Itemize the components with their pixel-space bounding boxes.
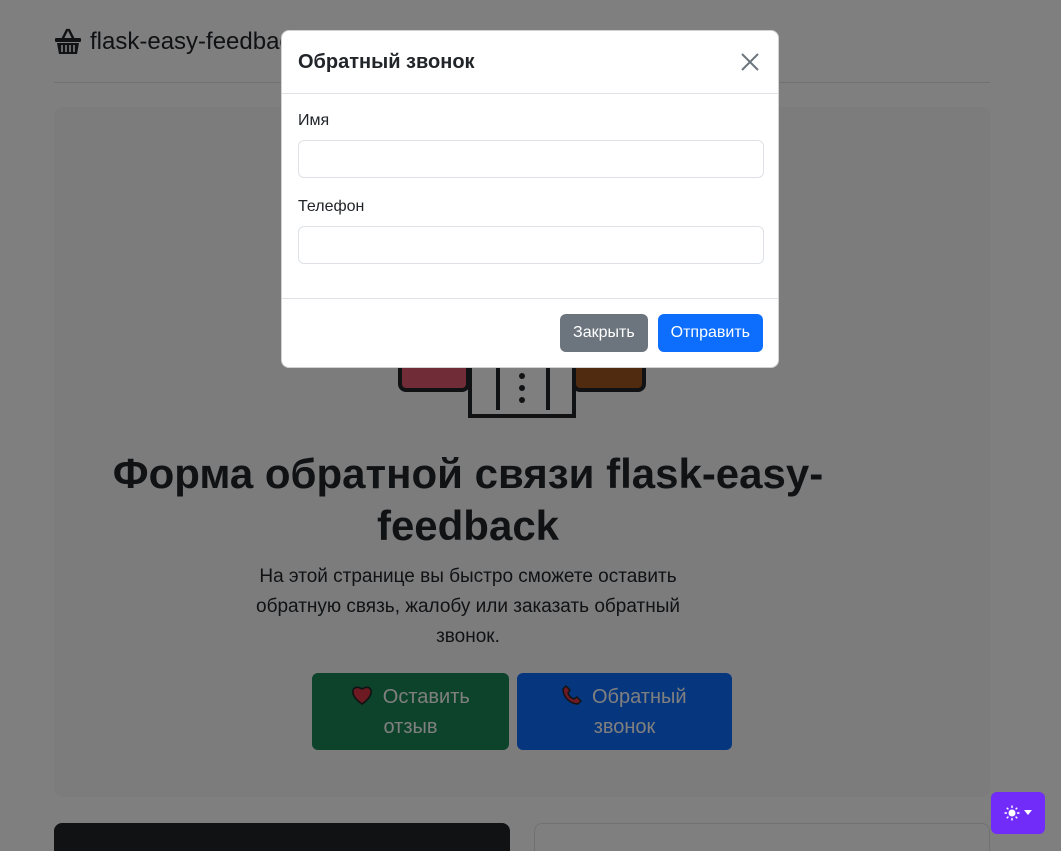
close-modal-button[interactable]: Закрыть [560,314,648,352]
callback-modal: Обратный звонок Имя Телефон Закрыть Отпр… [281,30,779,368]
name-label: Имя [298,112,330,129]
name-field[interactable] [298,140,764,178]
close-icon [741,53,759,71]
modal-header: Обратный звонок [282,31,778,94]
modal-body: Имя Телефон [282,94,778,299]
phone-field[interactable] [298,226,764,264]
phone-label: Телефон [298,198,365,215]
modal-title: Обратный звонок [298,50,475,73]
caret-down-icon [1024,810,1032,815]
submit-button[interactable]: Отправить [657,314,763,352]
theme-toggle-button[interactable] [991,792,1045,834]
sun-icon [1004,805,1020,821]
modal-footer: Закрыть Отправить [282,299,778,367]
close-button[interactable] [738,50,762,74]
